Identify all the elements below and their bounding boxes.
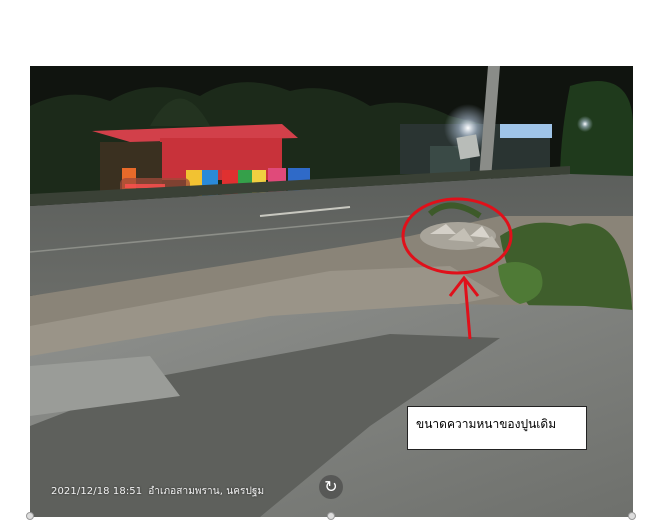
resize-handle-bottom-center[interactable] <box>327 512 335 520</box>
photo-location: อำเภอสามพราน, นครปฐม <box>148 486 265 497</box>
photo-image: ขนาดความหนาของปูนเดิม 2021/12/18 18:51 อำ… <box>30 66 633 517</box>
photo-caption: 2021/12/18 18:51 อำเภอสามพราน, นครปฐม <box>51 484 270 499</box>
annotation-callout: ขนาดความหนาของปูนเดิม <box>407 406 587 450</box>
photo-timestamp: 2021/12/18 18:51 <box>51 486 143 497</box>
resize-handle-bottom-left[interactable] <box>26 512 34 520</box>
resize-handle-bottom-right[interactable] <box>628 512 636 520</box>
rotate-icon[interactable]: ↻ <box>319 475 343 499</box>
